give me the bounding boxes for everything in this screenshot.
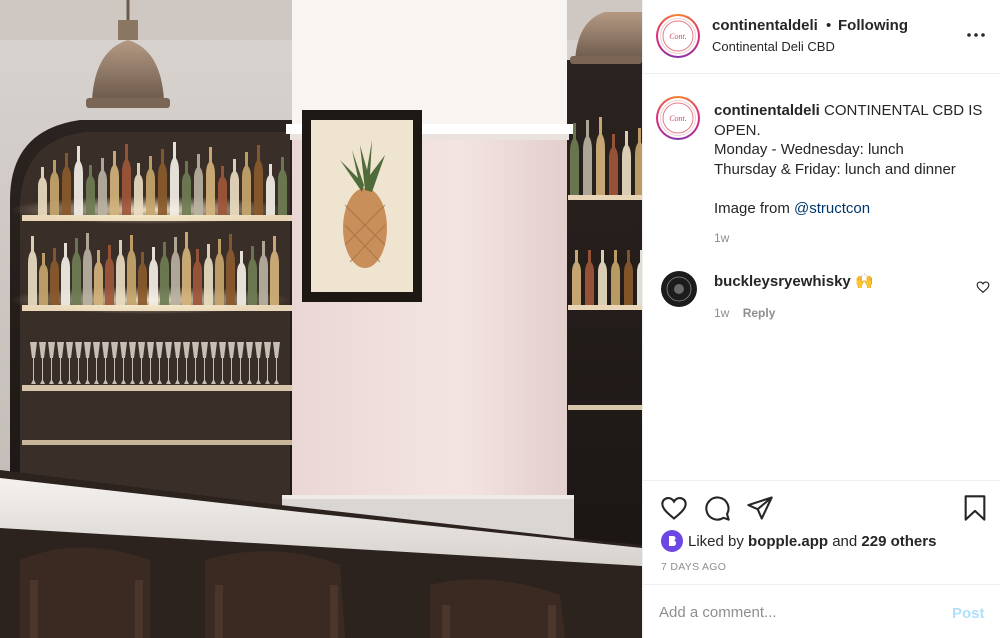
reply-button[interactable]: Reply [743, 306, 776, 320]
bar-interior-image [0, 0, 642, 638]
small-heart-icon[interactable] [976, 280, 990, 294]
comment-username[interactable]: buckleysryewhisky [714, 273, 851, 290]
following-button[interactable]: Following [838, 17, 908, 34]
location-link[interactable]: Continental Deli CBD [712, 39, 835, 54]
comment-item: buckleysryewhisky 🙌 [714, 272, 874, 290]
caption-timestamp[interactable]: 1w [714, 231, 729, 245]
post-date[interactable]: 7 DAYS AGO [661, 561, 726, 573]
liker-username[interactable]: bopple.app [748, 533, 828, 550]
likes-summary: Liked by bopple.app and 229 others [661, 530, 936, 552]
comment-input[interactable] [659, 598, 929, 626]
comment-timestamp[interactable]: 1w [714, 306, 729, 320]
likes-others-link[interactable]: 229 others [861, 533, 936, 550]
svg-text:Cont.: Cont. [669, 32, 687, 41]
post-header: Cont. continentaldeli • Following Contin… [643, 0, 1000, 74]
more-options-icon[interactable] [964, 26, 988, 44]
likes-conjunction: and [832, 532, 858, 550]
caption-line-3: Thursday & Friday: lunch and dinner [714, 160, 956, 178]
paper-plane-icon[interactable] [746, 494, 774, 522]
add-comment-bar: Post [643, 584, 1000, 638]
follow-separator: • [826, 17, 832, 34]
comment-meta: 1w Reply [714, 306, 785, 320]
comment-icon[interactable] [703, 494, 731, 522]
svg-text:Cont.: Cont. [669, 114, 687, 123]
caption-username[interactable]: continentaldeli [714, 102, 820, 119]
mention-link[interactable]: @structcon [794, 200, 870, 217]
post-caption: continentaldeli CONTINENTAL CBD IS OPEN.… [714, 101, 989, 218]
comments-section: Cont. continentaldeli CONTINENTAL CBD IS… [643, 74, 1000, 480]
author-avatar[interactable]: Cont. [656, 14, 700, 58]
caption-avatar[interactable]: Cont. [656, 96, 700, 140]
post-actions: Liked by bopple.app and 229 others 7 DAY… [643, 480, 1000, 584]
post-comment-button[interactable]: Post [952, 605, 985, 622]
post-detail-panel: Cont. continentaldeli • Following Contin… [642, 0, 1000, 638]
caption-line-2: Monday - Wednesday: lunch [714, 141, 904, 158]
commenter-avatar[interactable] [661, 271, 697, 307]
comment-text: 🙌 [854, 273, 874, 290]
liker-avatar[interactable] [661, 530, 683, 552]
continental-logo: Cont. [660, 18, 696, 54]
author-username[interactable]: continentaldeli [712, 17, 818, 34]
post-photo[interactable] [0, 0, 642, 638]
caption-credit-prefix: Image from [714, 199, 795, 217]
likes-prefix: Liked by [688, 532, 744, 550]
bookmark-icon[interactable] [961, 494, 989, 522]
heart-icon[interactable] [660, 494, 688, 522]
continental-logo: Cont. [660, 100, 696, 136]
